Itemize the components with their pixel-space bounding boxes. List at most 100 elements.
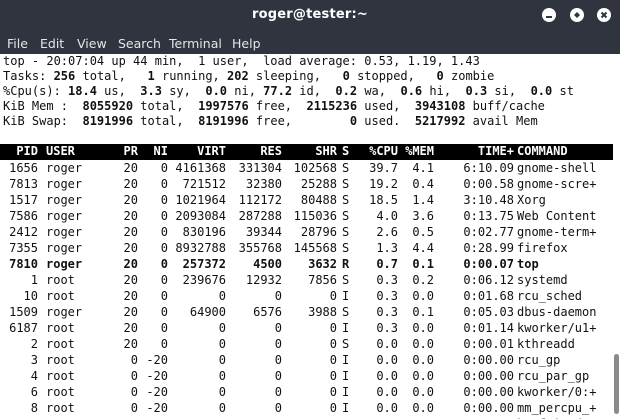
cell-user: roger — [46, 177, 83, 191]
cell-mem: 0.0 — [412, 289, 434, 303]
cell-res: 32380 — [245, 177, 282, 191]
cell-shr: 7856 — [308, 273, 337, 287]
cell-shr: 0 — [329, 369, 337, 383]
scrollbar[interactable] — [613, 54, 620, 419]
table-row: 7586 roger 20 0 2093084 287288 115036 S 4.0 3.6 0:… — [0, 208, 620, 224]
cell-ni: 0 — [160, 337, 168, 351]
cell-ni: 0 — [160, 305, 168, 319]
menu-file[interactable]: File — [7, 36, 28, 51]
cell-shr: 3988 — [308, 305, 337, 319]
cell-state: I — [342, 369, 350, 383]
cell-shr: 145568 — [293, 241, 337, 255]
cell-pr: 0 — [130, 353, 138, 367]
tasks-line: Tasks: 256 total, 1 running, 202 sleepin… — [3, 69, 495, 83]
menu-terminal[interactable]: Terminal — [169, 36, 222, 51]
table-row: 4 root 0 -20 0 0 0 I 0.0 0.0 0:00.00 rcu_par_gp — [0, 368, 620, 384]
cell-pr: 20 — [123, 241, 138, 255]
cell-state: S — [342, 337, 350, 351]
cell-command: kthreadd — [517, 337, 575, 351]
cell-pr: 20 — [123, 337, 138, 351]
cell-user: roger — [46, 193, 83, 207]
cell-user: roger — [46, 209, 83, 223]
cell-pr: 20 — [123, 193, 138, 207]
table-row: 6 root 0 -20 0 0 0 I 0.0 0.0 0:00.00 kworker/0:+ — [0, 384, 620, 400]
cell-state: S — [342, 177, 350, 191]
cell-time: 0:13.75 — [463, 209, 514, 223]
table-row: 2 root 20 0 0 0 0 S 0.0 0.0 0:00.01 kthreadd — [0, 336, 620, 352]
cell-shr: 0 — [329, 401, 337, 415]
cell-user: root — [46, 385, 75, 399]
maximize-button[interactable] — [570, 8, 584, 22]
cell-state: S — [342, 225, 350, 239]
cell-res: 0 — [274, 369, 282, 383]
cell-cpu: 0.0 — [376, 401, 398, 415]
cell-res: 6576 — [253, 305, 282, 319]
col-pr: PR — [123, 144, 138, 158]
cell-command: dbus-daemon — [517, 305, 597, 319]
cell-user: roger — [46, 257, 83, 271]
cell-command: systemd — [517, 273, 568, 287]
cell-cpu: 0.0 — [376, 385, 398, 399]
cell-time: 0:02.77 — [463, 225, 514, 239]
table-row: 8 root 0 -20 0 0 0 I 0.0 0.0 0:00.00 mm_percpu_+ — [0, 400, 620, 416]
cell-cpu: 0.3 — [376, 289, 398, 303]
cell-state: S — [342, 209, 350, 223]
col-cpu: %CPU — [369, 144, 398, 158]
cell-pid: 1517 — [9, 193, 38, 207]
menu-search[interactable]: Search — [118, 36, 161, 51]
cell-pid: 6 — [30, 385, 38, 399]
cell-user: root — [46, 353, 75, 367]
scrollbar-thumb[interactable] — [614, 354, 619, 414]
cell-command: firefox — [517, 241, 568, 255]
cell-shr: 102568 — [293, 161, 337, 175]
cell-pr: 20 — [123, 209, 138, 223]
cell-state: S — [342, 161, 350, 175]
col-time: TIME+ — [477, 144, 514, 158]
process-table-header: PID USER PR NI VIRT RES SHR S %CPU %MEM … — [0, 144, 620, 160]
cell-time: 6:10.09 — [463, 161, 514, 175]
menu-help[interactable]: Help — [232, 36, 261, 51]
cell-res: 12932 — [245, 273, 282, 287]
cell-state: I — [342, 401, 350, 415]
cell-mem: 0.0 — [412, 321, 434, 335]
cell-mem: 0.0 — [412, 369, 434, 383]
cell-mem: 0.0 — [412, 353, 434, 367]
menu-bar: File Edit View Search Terminal Help — [0, 32, 620, 54]
cell-user: root — [46, 273, 75, 287]
cell-cpu: 0.0 — [376, 353, 398, 367]
cell-mem: 0.5 — [412, 225, 434, 239]
cell-pid: 10 — [23, 289, 38, 303]
cell-pr: 20 — [123, 161, 138, 175]
table-row: 3 root 0 -20 0 0 0 I 0.0 0.0 0:00.00 rcu_gp — [0, 352, 620, 368]
table-row: 10 root 20 0 0 0 0 I 0.3 0.0 0:01.68 rcu_sched — [0, 288, 620, 304]
cell-user: roger — [46, 161, 83, 175]
cell-ni: -20 — [146, 401, 168, 415]
cell-mem: 0.0 — [412, 337, 434, 351]
cell-virt: 721512 — [182, 177, 226, 191]
cell-user: roger — [46, 225, 83, 239]
close-button[interactable] — [597, 8, 611, 22]
cell-res: 0 — [274, 401, 282, 415]
cell-pr: 20 — [123, 257, 138, 271]
mem-line: KiB Mem : 8055920 total, 1997576 free, 2… — [3, 99, 545, 113]
col-user: USER — [46, 144, 75, 158]
table-row: 1 root 20 0 239676 12932 7856 S 0.3 0.2 0:06.12 sys… — [0, 272, 620, 288]
cell-ni: 0 — [160, 273, 168, 287]
menu-view[interactable]: View — [77, 36, 107, 51]
cell-cpu: 0.3 — [376, 273, 398, 287]
cell-pid: 6187 — [9, 321, 38, 335]
menu-edit[interactable]: Edit — [40, 36, 64, 51]
cell-cpu: 0.0 — [376, 337, 398, 351]
cell-user: roger — [46, 241, 83, 255]
table-row: 6187 root 20 0 0 0 0 I 0.3 0.0 0:01.14 kworker/u1+ — [0, 320, 620, 336]
cell-user: root — [46, 337, 75, 351]
table-row: 7810 roger 20 0 257372 4500 3632 R 0.7 0.1 0:00.07… — [0, 256, 620, 272]
minimize-button[interactable] — [542, 8, 556, 22]
terminal-output[interactable]: top - 20:07:04 up 44 min, 1 user, load a… — [0, 54, 620, 419]
cell-command: gnome-scre+ — [517, 177, 597, 191]
title-bar[interactable]: roger@tester:~ — [0, 0, 620, 32]
cell-virt: 4161368 — [175, 161, 226, 175]
cell-shr: 0 — [329, 289, 337, 303]
cell-virt: 1021964 — [175, 193, 226, 207]
cell-mem: 4.4 — [412, 241, 434, 255]
